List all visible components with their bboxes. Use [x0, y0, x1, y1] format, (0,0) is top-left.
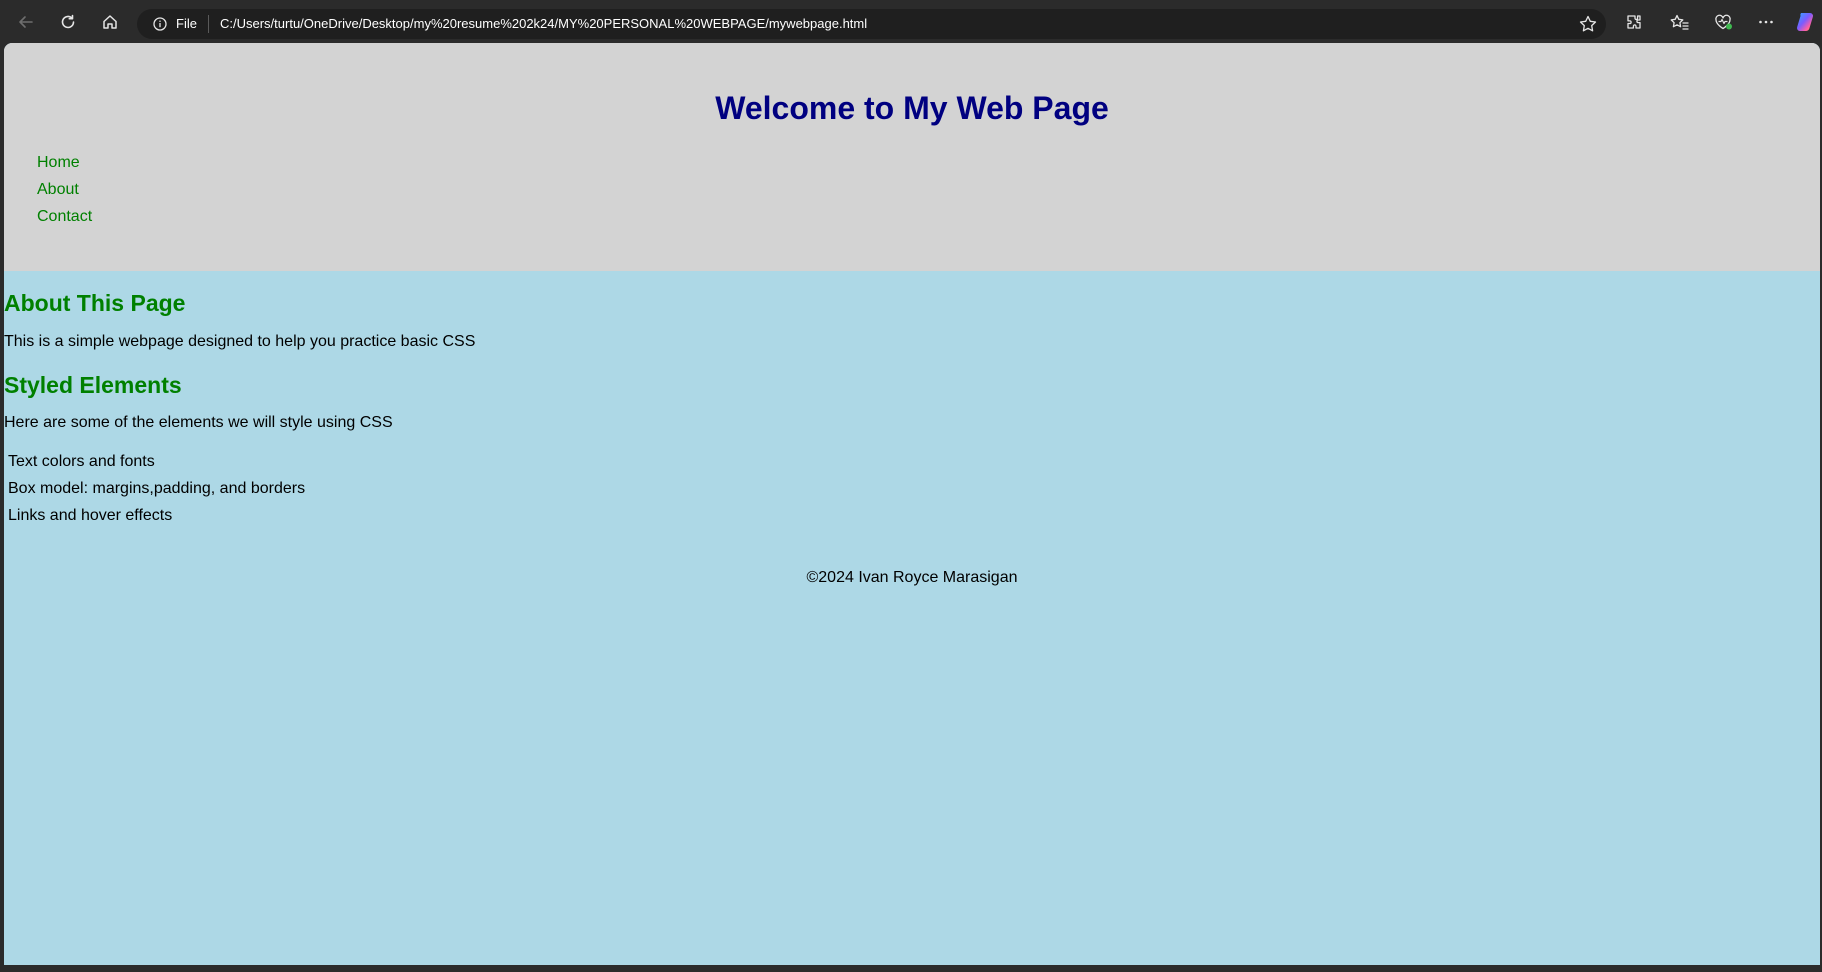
copilot-icon — [1796, 12, 1814, 32]
extensions-icon — [1627, 15, 1641, 29]
browser-essentials-icon — [1715, 14, 1732, 30]
nav-item-about: About — [37, 176, 92, 203]
address-bar[interactable]: File C:/Users/turtu/OneDrive/Desktop/my%… — [137, 9, 1606, 39]
more-menu-icon — [1759, 20, 1773, 24]
styled-text: Here are some of the elements we will st… — [4, 414, 393, 431]
list-item: Box model: margins,padding, and borders — [8, 480, 306, 497]
extensions-button[interactable] — [1620, 8, 1648, 36]
info-icon[interactable] — [153, 17, 167, 31]
back-icon — [19, 16, 33, 28]
browser-essentials-button[interactable] — [1709, 8, 1737, 36]
scheme-label: File — [176, 16, 197, 31]
nav-link-about[interactable]: About — [37, 181, 79, 198]
page-title: Welcome to My Web Page — [715, 90, 1109, 126]
url-text[interactable]: C:/Users/turtu/OneDrive/Desktop/my%20res… — [220, 16, 867, 31]
more-menu-button[interactable] — [1752, 8, 1780, 36]
home-icon — [103, 15, 117, 29]
nav-item-home: Home — [37, 149, 92, 176]
about-heading: About This Page — [4, 290, 186, 316]
nav-link-home[interactable]: Home — [37, 154, 80, 171]
list-item: Text colors and fonts — [8, 453, 155, 470]
address-separator — [208, 15, 209, 33]
styled-heading: Styled Elements — [4, 372, 182, 398]
copilot-button[interactable] — [1791, 8, 1819, 36]
main-nav: Home About Contact — [37, 149, 92, 230]
page-viewport: Welcome to My Web Page Home About Contac… — [4, 43, 1820, 965]
favorite-star-icon[interactable] — [1578, 14, 1598, 34]
page-header: Welcome to My Web Page Home About Contac… — [4, 43, 1820, 271]
browser-window: File C:/Users/turtu/OneDrive/Desktop/my%… — [0, 0, 1822, 972]
back-button[interactable] — [12, 8, 40, 36]
refresh-button[interactable] — [54, 8, 82, 36]
favorites-icon — [1670, 14, 1689, 30]
favorites-button[interactable] — [1665, 8, 1693, 36]
refresh-icon — [61, 14, 75, 29]
browser-toolbar: File C:/Users/turtu/OneDrive/Desktop/my%… — [0, 0, 1822, 44]
about-text: This is a simple webpage designed to hel… — [4, 333, 476, 350]
feature-list: Text colors and fonts Box model: margins… — [8, 448, 305, 529]
home-button[interactable] — [96, 8, 124, 36]
nav-item-contact: Contact — [37, 203, 92, 230]
page-footer: ©2024 Ivan Royce Marasigan — [806, 569, 1018, 586]
window-bottom-border — [0, 965, 1822, 972]
list-item: Links and hover effects — [8, 507, 173, 524]
nav-link-contact[interactable]: Contact — [37, 208, 92, 225]
